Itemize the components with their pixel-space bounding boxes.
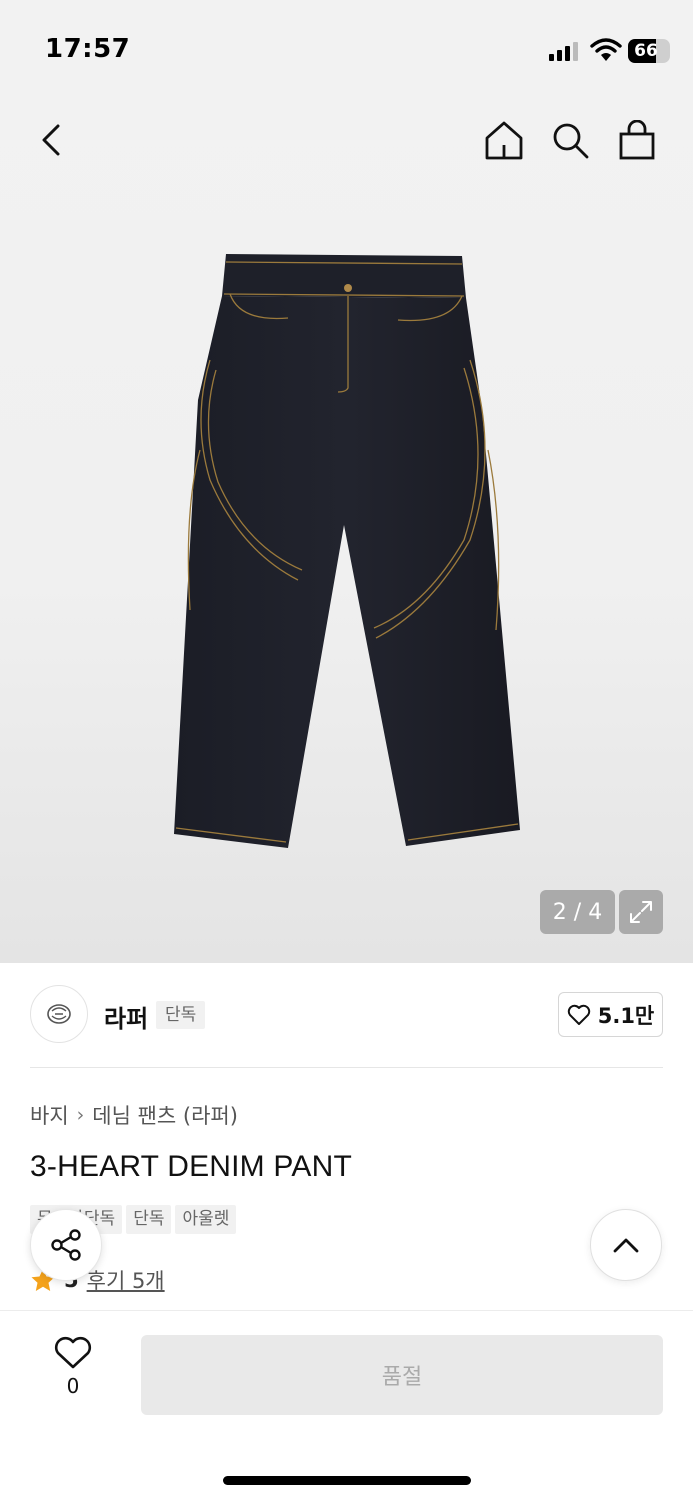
chevron-right-icon: › bbox=[76, 1104, 85, 1126]
breadcrumb-category[interactable]: 바지 bbox=[30, 1100, 69, 1130]
brand-name[interactable]: 라퍼 bbox=[104, 999, 148, 1034]
wishlist-count: 0 bbox=[66, 1374, 80, 1398]
image-counter: 2 / 4 bbox=[540, 890, 615, 934]
search-icon bbox=[553, 123, 589, 159]
shopping-bag-icon bbox=[619, 120, 655, 160]
brand-logo[interactable] bbox=[30, 985, 88, 1043]
search-button[interactable] bbox=[546, 116, 594, 164]
product-tag: 단독 bbox=[126, 1205, 172, 1234]
soldout-button[interactable]: 품절 bbox=[141, 1335, 663, 1415]
share-icon bbox=[51, 1229, 81, 1261]
battery-icon: 66 bbox=[628, 39, 670, 63]
brand-like-button[interactable]: 5.1만 bbox=[558, 992, 663, 1037]
divider bbox=[30, 1067, 663, 1068]
product-tag: 아울렛 bbox=[175, 1205, 237, 1234]
status-time: 17:57 bbox=[45, 34, 131, 64]
heart-icon bbox=[54, 1336, 92, 1369]
wishlist-button[interactable]: 0 bbox=[38, 1336, 108, 1406]
home-icon bbox=[485, 121, 523, 160]
brand-logo-icon bbox=[47, 1004, 71, 1024]
wifi-icon bbox=[590, 38, 622, 61]
product-title: 3-HEART DENIM PANT bbox=[30, 1150, 352, 1183]
review-link[interactable]: 후기 5개 bbox=[87, 1265, 165, 1295]
chevron-up-icon bbox=[613, 1238, 639, 1253]
battery-percent: 66 bbox=[634, 41, 658, 61]
heart-icon bbox=[567, 1004, 590, 1025]
home-button[interactable] bbox=[480, 116, 528, 164]
brand-row: 라퍼 단독 5.1만 bbox=[30, 985, 663, 1045]
product-image-gallery[interactable]: 2 / 4 bbox=[0, 0, 693, 963]
breadcrumb-subcategory[interactable]: 데님 팬츠 (라퍼) bbox=[92, 1100, 238, 1130]
brand-exclusive-badge: 단독 bbox=[156, 1001, 206, 1029]
back-button[interactable] bbox=[28, 116, 76, 164]
home-indicator bbox=[223, 1476, 471, 1485]
back-arrow-icon bbox=[42, 124, 60, 156]
status-bar: 17:57 66 bbox=[0, 0, 693, 100]
cart-button[interactable] bbox=[613, 116, 661, 164]
share-button[interactable] bbox=[30, 1209, 102, 1281]
bottom-action-bar: 0 품절 bbox=[0, 1310, 693, 1500]
expand-icon bbox=[630, 901, 652, 923]
scroll-top-button[interactable] bbox=[590, 1209, 662, 1281]
expand-image-button[interactable] bbox=[619, 890, 663, 934]
brand-like-count: 5.1만 bbox=[597, 1003, 655, 1028]
product-image bbox=[174, 254, 520, 848]
breadcrumb: 바지 › 데님 팬츠 (라퍼) bbox=[30, 1100, 238, 1130]
cellular-signal-icon bbox=[549, 42, 578, 61]
